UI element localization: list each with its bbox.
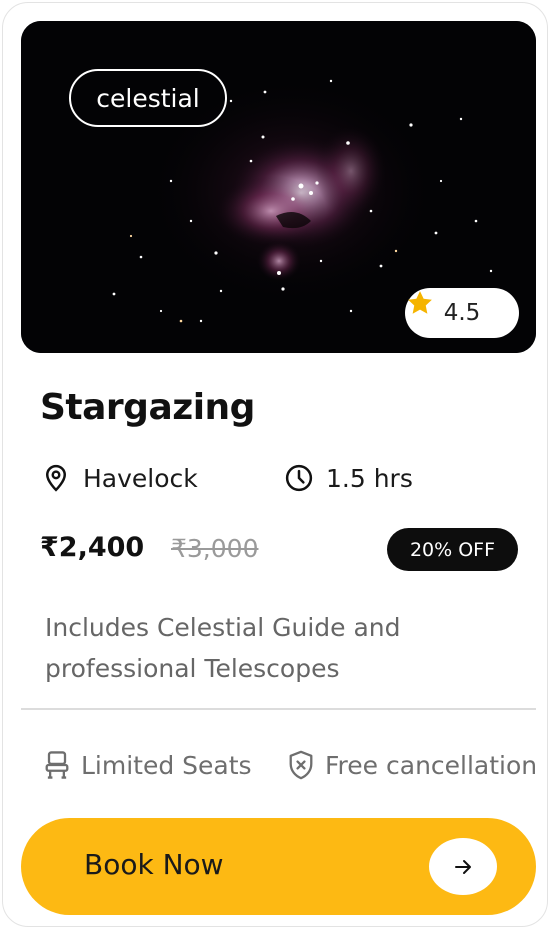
book-now-label: Book Now — [84, 848, 224, 881]
original-price: ₹3,000 — [171, 534, 259, 563]
cancellation-text: Free cancellation — [325, 750, 538, 780]
location-info: Havelock — [41, 458, 198, 498]
rating-value: 4.5 — [443, 300, 481, 326]
current-price: ₹2,400 — [40, 532, 145, 563]
seats-feature: Limited Seats — [43, 745, 252, 785]
duration-info: 1.5 hrs — [284, 458, 413, 498]
hero-image: celestial 4.5 — [21, 21, 536, 353]
seat-icon — [45, 751, 69, 779]
star-icon — [408, 291, 432, 314]
map-pin-icon — [45, 464, 67, 492]
duration-text: 1.5 hrs — [326, 463, 413, 493]
rating-badge: 4.5 — [405, 288, 519, 338]
activity-description: Includes Celestial Guide and professiona… — [45, 613, 401, 683]
arrow-right-icon[interactable] — [429, 838, 497, 895]
seats-text: Limited Seats — [81, 750, 252, 780]
shield-x-icon — [289, 750, 313, 780]
clock-icon — [285, 464, 313, 492]
activity-title: Stargazing — [40, 387, 255, 428]
divider — [21, 708, 536, 710]
book-now-button[interactable]: Book Now — [21, 818, 536, 915]
discount-badge: 20% OFF — [387, 528, 518, 571]
activity-card[interactable]: celestial 4.5 Stargazing Havelock 1.5 hr… — [2, 2, 548, 927]
cancellation-feature: Free cancellation — [287, 745, 537, 785]
location-text: Havelock — [83, 463, 198, 493]
category-tag[interactable]: celestial — [69, 69, 227, 127]
